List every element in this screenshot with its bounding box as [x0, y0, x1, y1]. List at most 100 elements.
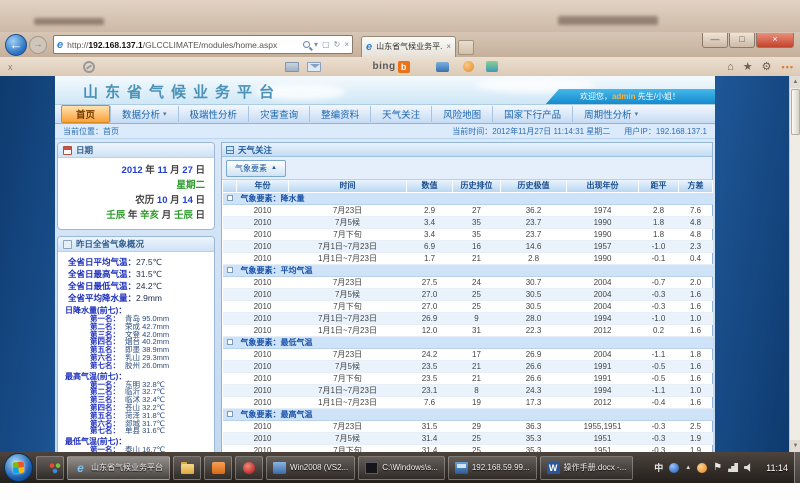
table-cell: -0.3	[639, 444, 679, 452]
network-icon[interactable]	[728, 463, 738, 472]
speaker-icon[interactable]	[744, 463, 754, 473]
nav-item-8[interactable]: 国家下行产品	[492, 106, 572, 122]
refresh-icon[interactable]: ↻	[334, 40, 341, 49]
table-row[interactable]: 20101月1日~7月23日1.7212.81990-0.10.4	[223, 252, 713, 264]
expand-checkbox-icon[interactable]	[227, 339, 233, 345]
caret-icon[interactable]: ▲	[685, 463, 691, 473]
more-options-dots-icon[interactable]: •••	[782, 62, 794, 72]
taskbar-button-app-orange[interactable]	[204, 456, 232, 480]
home-icon[interactable]: ⌂	[727, 61, 734, 73]
table-row[interactable]: 20107月5候3.43523.719901.84.8	[223, 216, 713, 228]
taskbar-button-cmd[interactable]: C:\Windows\s...	[358, 456, 445, 480]
taskbar-button-media[interactable]	[235, 456, 263, 480]
column-header[interactable]: 年份	[237, 180, 289, 192]
nav-item-2[interactable]: 数据分析▾	[110, 106, 178, 122]
column-header[interactable]: 距平	[639, 180, 679, 192]
scroll-up-icon[interactable]: ▲	[790, 76, 800, 88]
page-scrollbar[interactable]: ▲ ▼	[789, 76, 800, 452]
start-button[interactable]	[4, 453, 33, 482]
table-row[interactable]: 20107月下旬23.52126.61991-0.51.6	[223, 372, 713, 384]
people-icon[interactable]	[486, 61, 498, 72]
taskbar-button-folder[interactable]	[173, 456, 201, 480]
main-nav: 首页数据分析▾极端性分析灾害查询整编资料天气关注风险地图国家下行产品周期性分析▾	[55, 105, 715, 124]
nav-item-4[interactable]: 灾害查询	[248, 106, 309, 122]
table-row[interactable]: 20107月1日~7月23日6.91614.61957-1.02.3	[223, 240, 713, 252]
ime-icon[interactable]: 中	[654, 463, 663, 473]
taskbar-button-ie[interactable]: e山东省气候业务平台	[67, 456, 170, 480]
forward-button[interactable]: →	[29, 36, 47, 54]
table-row[interactable]: 20107月1日~7月23日23.1824.31994-1.11.0	[223, 384, 713, 396]
taskbar-button-dots[interactable]	[36, 456, 64, 480]
group-header-row[interactable]: 气象要素：平均气温	[223, 264, 713, 276]
close-button[interactable]: ×	[756, 33, 794, 48]
table-row[interactable]: 20101月1日~7月23日12.03122.320120.21.6	[223, 324, 713, 336]
table-cell: 31.4	[407, 444, 453, 452]
column-header[interactable]: 数值	[407, 180, 453, 192]
maximize-button[interactable]: □	[729, 33, 755, 48]
taskbar-clock[interactable]: 11:14	[766, 463, 788, 473]
table-row[interactable]: 20107月5候31.42535.31951-0.31.9	[223, 432, 713, 444]
taskbar-button-win[interactable]: Win2008 (VS2...	[266, 456, 355, 480]
table-row[interactable]: 20107月下旬27.02530.52004-0.31.6	[223, 300, 713, 312]
group-header-row[interactable]: 气象要素：降水量	[223, 192, 713, 204]
group-header-row[interactable]: 气象要素：最高气温	[223, 408, 713, 420]
cards-icon[interactable]	[285, 62, 299, 72]
new-tab-button[interactable]	[458, 40, 474, 55]
column-header[interactable]: 历史极值	[501, 180, 567, 192]
table-row[interactable]: 20101月1日~7月23日7.61917.32012-0.41.6	[223, 396, 713, 408]
taskbar-button-rdp[interactable]: 192.168.59.99...	[448, 456, 537, 480]
table-row[interactable]: 20107月23日24.21726.92004-1.11.8	[223, 348, 713, 360]
nav-item-1[interactable]: 首页	[61, 105, 110, 123]
sphere-icon[interactable]	[669, 463, 679, 473]
nav-item-3[interactable]: 极端性分析	[178, 106, 249, 122]
column-header[interactable]: 历史排位	[453, 180, 501, 192]
url-text[interactable]: http://192.168.137.1/GLCCLIMATE/modules/…	[67, 40, 299, 50]
table-row[interactable]: 20107月23日31.52936.31955,1951-0.32.5	[223, 420, 713, 432]
group-header-row[interactable]: 气象要素：最低气温	[223, 336, 713, 348]
back-button[interactable]: ←	[5, 34, 27, 56]
addon-bar-close-icon[interactable]: x	[8, 62, 13, 72]
column-header[interactable]: 方差	[679, 180, 713, 192]
table-row[interactable]: 20107月23日2.92736.219742.87.6	[223, 204, 713, 216]
column-header[interactable]: 时间	[289, 180, 407, 192]
expand-checkbox-icon[interactable]	[227, 267, 233, 273]
nav-item-6[interactable]: 天气关注	[370, 106, 431, 122]
wallet-icon[interactable]	[436, 62, 449, 72]
paw-icon[interactable]	[463, 61, 474, 72]
expand-checkbox-icon[interactable]	[227, 195, 233, 201]
table-cell: 2.9	[407, 204, 453, 216]
flag-icon[interactable]: ⚑	[713, 463, 722, 473]
scroll-down-icon[interactable]: ▼	[790, 440, 800, 452]
nav-item-9[interactable]: 周期性分析▾	[572, 106, 649, 122]
search-caret-icon[interactable]: ▾	[314, 40, 318, 49]
table-row[interactable]: 20107月5候23.52126.61991-0.51.6	[223, 360, 713, 372]
calendar-line: 壬辰 年 辛亥 月 壬辰 日	[63, 208, 205, 223]
table-row[interactable]: 20107月5候27.02530.52004-0.31.6	[223, 288, 713, 300]
table-row[interactable]: 20107月23日27.52430.72004-0.72.0	[223, 276, 713, 288]
mail-icon[interactable]	[307, 62, 321, 72]
paw-icon[interactable]	[697, 463, 707, 473]
element-filter-button[interactable]: 气象要素 ▲	[226, 160, 286, 177]
compatibility-view-icon[interactable]: ▢	[322, 40, 330, 49]
stop-icon[interactable]: ×	[344, 40, 349, 49]
nav-item-5[interactable]: 整编资料	[309, 106, 370, 122]
nav-item-7[interactable]: 风险地图	[431, 106, 492, 122]
column-header[interactable]: 出现年份	[567, 180, 639, 192]
table-row[interactable]: 20107月下旬3.43523.719901.84.8	[223, 228, 713, 240]
toolbar-circle-icon[interactable]	[83, 61, 95, 73]
taskbar-button-word[interactable]: W操作手册.docx -...	[540, 456, 634, 480]
table-row[interactable]: 20107月1日~7月23日26.9928.01994-1.01.0	[223, 312, 713, 324]
show-desktop-button[interactable]	[794, 452, 800, 483]
minimize-button[interactable]: —	[702, 33, 728, 48]
browser-tab[interactable]: e 山东省气候业务平... ×	[361, 36, 456, 57]
scrollbar-thumb[interactable]	[791, 89, 800, 135]
address-bar[interactable]: e http://192.168.137.1/GLCCLIMATE/module…	[53, 35, 353, 54]
settings-gear-icon[interactable]: ⚙	[762, 60, 772, 73]
bing-logo[interactable]: bing b	[373, 61, 410, 73]
expand-checkbox-icon[interactable]	[227, 411, 233, 417]
tab-close-icon[interactable]: ×	[446, 42, 451, 51]
favorites-star-icon[interactable]: ★	[743, 60, 753, 73]
taskbar-button-label: 192.168.59.99...	[472, 463, 530, 472]
search-icon[interactable]	[303, 41, 310, 48]
table-row[interactable]: 20107月下旬31.42535.31951-0.31.9	[223, 444, 713, 452]
